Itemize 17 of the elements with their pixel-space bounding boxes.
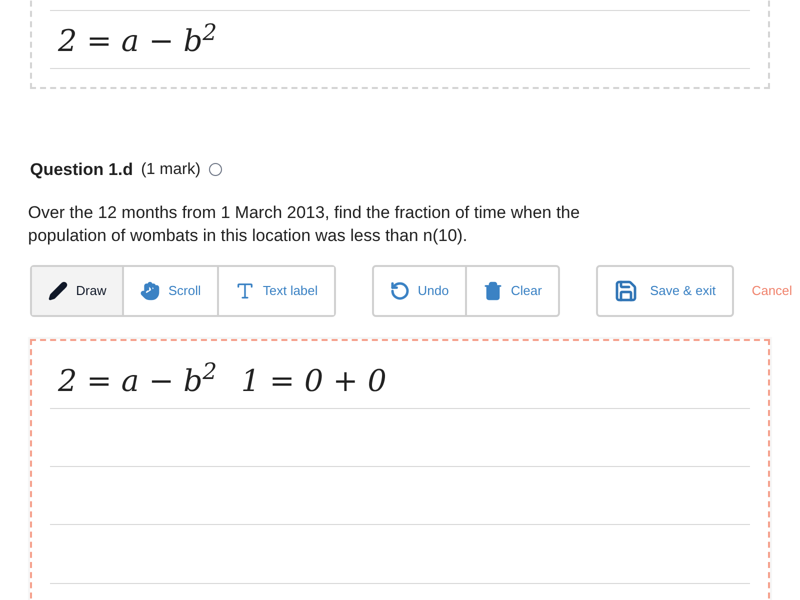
tool-button[interactable]: Text label xyxy=(216,266,334,314)
cancel-link[interactable]: Cancel xyxy=(752,280,792,300)
save-exit-button[interactable]: Save & exit xyxy=(596,264,734,316)
handwritten-answer: 1 = 0 + 0 xyxy=(240,362,387,400)
hand-icon xyxy=(140,280,160,300)
trash-icon xyxy=(482,280,503,300)
tool-button[interactable]: Draw xyxy=(32,266,122,314)
undo-button[interactable]: Undo xyxy=(374,266,465,314)
undo-icon xyxy=(390,280,410,300)
question-text: Over the 12 months from 1 March 2013, find the fraction of time when the population of wombats in this location was less than n(10). xyxy=(28,202,581,246)
handwritten-answer: 2 = a − b$^{2}$ xyxy=(57,19,217,61)
question-title: Question 1.d xyxy=(30,159,133,181)
pencil-icon xyxy=(48,280,68,300)
clear-button[interactable]: Clear xyxy=(464,266,558,314)
question-marks: (1 mark) xyxy=(140,160,201,180)
letter-t-icon xyxy=(234,280,255,300)
handwritten-answer: 2 = a − b$^{2}$ xyxy=(57,358,217,400)
